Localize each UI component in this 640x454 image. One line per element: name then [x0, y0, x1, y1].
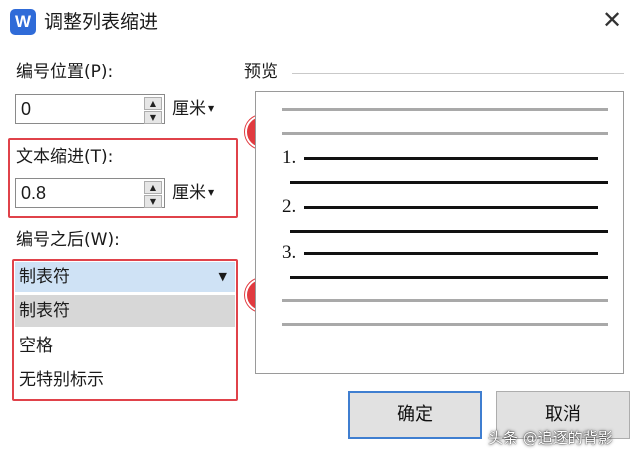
numbering-position-unit-dropdown[interactable]: 厘米 ▼ — [172, 95, 214, 123]
after-number-label: 编号之后(W): — [16, 230, 120, 250]
preview-text-line — [290, 276, 608, 279]
wps-writer-icon: W — [10, 9, 36, 35]
spin-down-icon[interactable]: ▼ — [144, 111, 162, 124]
option-space[interactable]: 空格 — [15, 330, 235, 362]
text-indent-input[interactable]: 0.8 ▲ ▼ — [15, 178, 165, 208]
unit-label: 厘米 — [172, 99, 206, 119]
preview-text-line — [304, 157, 598, 160]
spin-down-icon[interactable]: ▼ — [144, 195, 162, 208]
preview-gray-line — [282, 132, 608, 135]
ok-button[interactable]: 确定 — [348, 391, 482, 439]
text-indent-unit-dropdown[interactable]: 厘米 ▼ — [172, 179, 214, 207]
option-tab[interactable]: 制表符 — [15, 295, 235, 327]
spin-up-icon[interactable]: ▲ — [144, 97, 162, 110]
numbering-position-input[interactable]: 0 ▲ ▼ — [15, 94, 165, 124]
after-number-selected-value: 制表符 — [19, 267, 70, 287]
numbering-position-label: 编号位置(P): — [16, 62, 114, 82]
close-icon[interactable]: ✕ — [598, 6, 626, 34]
preview-text-line — [290, 230, 608, 233]
preview-gray-line — [282, 108, 608, 111]
preview-text-line — [290, 181, 608, 184]
after-number-select[interactable]: 制表符 ▼ — [15, 262, 235, 292]
preview-number-1: 1. — [282, 147, 297, 168]
dialog-title: 调整列表缩进 — [44, 11, 159, 33]
chevron-down-icon: ▼ — [218, 270, 227, 283]
preview-label: 预览 — [244, 62, 278, 82]
chevron-down-icon: ▼ — [208, 104, 215, 113]
text-indent-label: 文本缩进(T): — [16, 147, 114, 167]
unit-label: 厘米 — [172, 183, 206, 203]
preview-gray-line — [282, 323, 608, 326]
preview-text-line — [304, 252, 598, 255]
numbering-position-value: 0 — [21, 99, 32, 119]
preview-gray-line — [282, 299, 608, 302]
option-none[interactable]: 无特别标示 — [15, 364, 235, 396]
preview-number-3: 3. — [282, 242, 297, 263]
text-indent-value: 0.8 — [21, 183, 47, 203]
group-separator — [292, 73, 624, 74]
preview-number-2: 2. — [282, 196, 297, 217]
watermark: 头条 @追逐的背影 — [488, 429, 613, 447]
spin-up-icon[interactable]: ▲ — [144, 181, 162, 194]
preview-text-line — [304, 206, 598, 209]
chevron-down-icon: ▼ — [208, 188, 215, 197]
